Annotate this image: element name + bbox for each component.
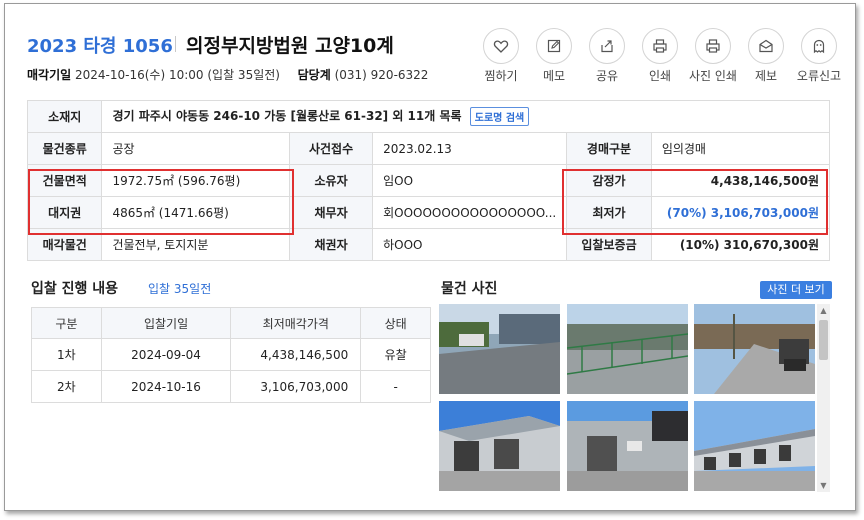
photos-title: 물건 사진: [441, 281, 498, 297]
table-header-row: 구분 입찰기일 최저매각가격 상태: [31, 307, 431, 339]
memo-button[interactable]: 메모: [532, 28, 576, 84]
land-right-value: 4865㎡ (1471.66평): [101, 196, 291, 229]
table-row: 대지권 4865㎡ (1471.66평) 채무자 회OOOOOOOOOOOOOO…: [26, 196, 831, 229]
appraisal-label: 감정가: [566, 164, 652, 197]
photo-gallery: [439, 304, 817, 492]
ghost-icon: [813, 39, 825, 54]
photo-thumbnail[interactable]: [439, 304, 560, 394]
round-cell: 2차: [31, 370, 102, 403]
photo-thumbnail[interactable]: [567, 401, 688, 491]
building-area-value: 1972.75㎡ (596.76평): [101, 164, 291, 197]
favorite-button[interactable]: 찜하기: [479, 28, 523, 84]
property-type-value: 공장: [101, 132, 291, 165]
road-search-button[interactable]: 도로명 검색: [469, 107, 530, 126]
action-toolbar: 찜하기 메모 공유 인쇄 사진 인쇄 제보 오류신고: [479, 28, 845, 84]
case-number: 2023 타경 1056: [27, 36, 173, 57]
heart-icon: [493, 40, 509, 53]
owner-value: 임OO: [372, 164, 568, 197]
sale-info-line: 매각기일 2024-10-16(수) 10:00 (입찰 35일전) 담당계 (…: [27, 66, 428, 83]
min-price-value: (70%) 3,106,703,000원: [650, 196, 831, 229]
location-value: 경기 파주시 야동동 246-10 가동 [월롱산로 61-32] 외 11개 …: [112, 109, 462, 123]
bid-date-cell: 2024-09-04: [100, 338, 232, 371]
table-row: 소재지 경기 파주시 야동동 246-10 가동 [월롱산로 61-32] 외 …: [26, 100, 830, 133]
property-info-table: 소재지 경기 파주시 야동동 246-10 가동 [월롱산로 61-32] 외 …: [26, 100, 831, 261]
debtor-label: 채무자: [289, 196, 374, 229]
table-row: 매각물건 건물전부, 토지지분 채권자 하OOO 입찰보증금 (10%) 310…: [26, 228, 831, 261]
title-divider: [175, 36, 176, 52]
photo-thumbnail[interactable]: [694, 401, 815, 491]
bid-history-dday: 입찰 35일전: [148, 282, 212, 296]
appraisal-value: 4,438,146,500원: [650, 164, 831, 197]
photo-scrollbar[interactable]: ▲ ▼: [817, 304, 830, 492]
share-button[interactable]: 공유: [585, 28, 629, 84]
auction-type-value: 임의경매: [650, 132, 831, 165]
table-row: 물건종류 공장 사건접수 2023.02.13 경매구분 임의경매: [26, 132, 831, 165]
bid-history-table: 구분 입찰기일 최저매각가격 상태 1차 2024-09-04 4,438,14…: [31, 307, 431, 403]
owner-label: 소유자: [289, 164, 374, 197]
print-button[interactable]: 인쇄: [638, 28, 682, 84]
bid-history-title: 입찰 진행 내용: [31, 281, 119, 297]
case-received-value: 2023.02.13: [372, 132, 568, 165]
envelope-icon: [759, 39, 773, 53]
col-min-price: 최저매각가격: [230, 307, 362, 339]
round-cell: 1차: [31, 338, 102, 371]
col-round: 구분: [31, 307, 102, 339]
location-cell: 경기 파주시 야동동 246-10 가동 [월롱산로 61-32] 외 11개 …: [101, 100, 830, 133]
auction-detail-panel: 2023 타경 1056 의정부지방법원 고양10계 매각기일 2024-10-…: [4, 3, 856, 511]
sale-item-label: 매각물건: [26, 228, 103, 261]
share-icon: [601, 40, 613, 53]
sale-item-value: 건물전부, 토지지분: [101, 228, 291, 261]
print-icon: [706, 39, 720, 53]
scroll-up-icon[interactable]: ▲: [817, 304, 830, 317]
sale-date-label: 매각기일: [27, 68, 72, 82]
min-price-cell: 4,438,146,500: [230, 338, 362, 371]
deposit-label: 입찰보증금: [566, 228, 652, 261]
status-cell: 유찰: [360, 338, 431, 371]
pencil-icon: [547, 39, 561, 53]
error-report-label: 오류신고: [796, 69, 842, 83]
table-row: 2차 2024-10-16 3,106,703,000 -: [31, 370, 431, 403]
creditor-label: 채권자: [289, 228, 374, 261]
scroll-down-icon[interactable]: ▼: [817, 479, 830, 492]
min-price-cell: 3,106,703,000: [230, 370, 362, 403]
status-cell: -: [360, 370, 431, 403]
col-status: 상태: [360, 307, 431, 339]
photo-thumbnail[interactable]: [439, 401, 560, 491]
auction-type-label: 경매구분: [566, 132, 652, 165]
table-row: 1차 2024-09-04 4,438,146,500 유찰: [31, 338, 431, 371]
photo-thumbnail[interactable]: [694, 304, 815, 394]
case-received-label: 사건접수: [289, 132, 374, 165]
sale-date-value: 2024-10-16(수) 10:00 (입찰 35일전): [75, 68, 280, 82]
court-name: 의정부지방법원 고양10계: [186, 35, 394, 57]
property-type-label: 물건종류: [26, 132, 103, 165]
min-price-label: 최저가: [566, 196, 652, 229]
photo-thumbnail[interactable]: [567, 304, 688, 394]
photo-print-button[interactable]: 사진 인쇄: [689, 28, 737, 84]
print-icon: [653, 39, 667, 53]
land-right-label: 대지권: [26, 196, 103, 229]
error-report-button[interactable]: 오류신고: [797, 28, 841, 84]
table-row: 건물면적 1972.75㎡ (596.76평) 소유자 임OO 감정가 4,43…: [26, 164, 831, 197]
debtor-value: 회OOOOOOOOOOOOOOOO...: [372, 196, 568, 229]
location-label: 소재지: [26, 100, 103, 133]
building-area-label: 건물면적: [26, 164, 103, 197]
bid-date-cell: 2024-10-16: [100, 370, 232, 403]
manager-label: 담당계: [297, 68, 331, 82]
manager-phone: (031) 920-6322: [334, 68, 429, 82]
more-photos-button[interactable]: 사진 더 보기: [760, 281, 832, 299]
deposit-value: (10%) 310,670,300원: [650, 228, 831, 261]
col-bid-date: 입찰기일: [100, 307, 232, 339]
scroll-thumb[interactable]: [819, 320, 828, 360]
creditor-value: 하OOO: [372, 228, 568, 261]
report-button[interactable]: 제보: [744, 28, 788, 84]
